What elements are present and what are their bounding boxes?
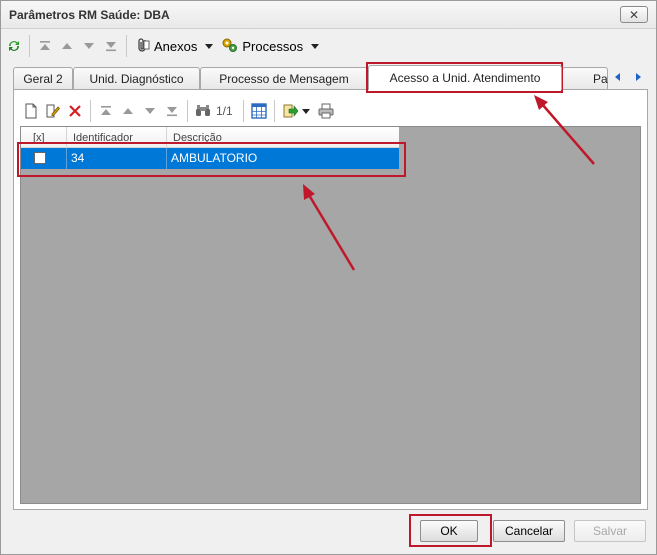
- arrow-to-tab: [541, 103, 595, 165]
- arrow-to-row: [307, 194, 356, 271]
- tab-label: Acesso a Unid. Atendimento: [389, 71, 541, 85]
- arrow-head-row: [303, 184, 315, 200]
- tab-acesso-unid-atendimento[interactable]: Acesso a Unid. Atendimento: [368, 65, 562, 90]
